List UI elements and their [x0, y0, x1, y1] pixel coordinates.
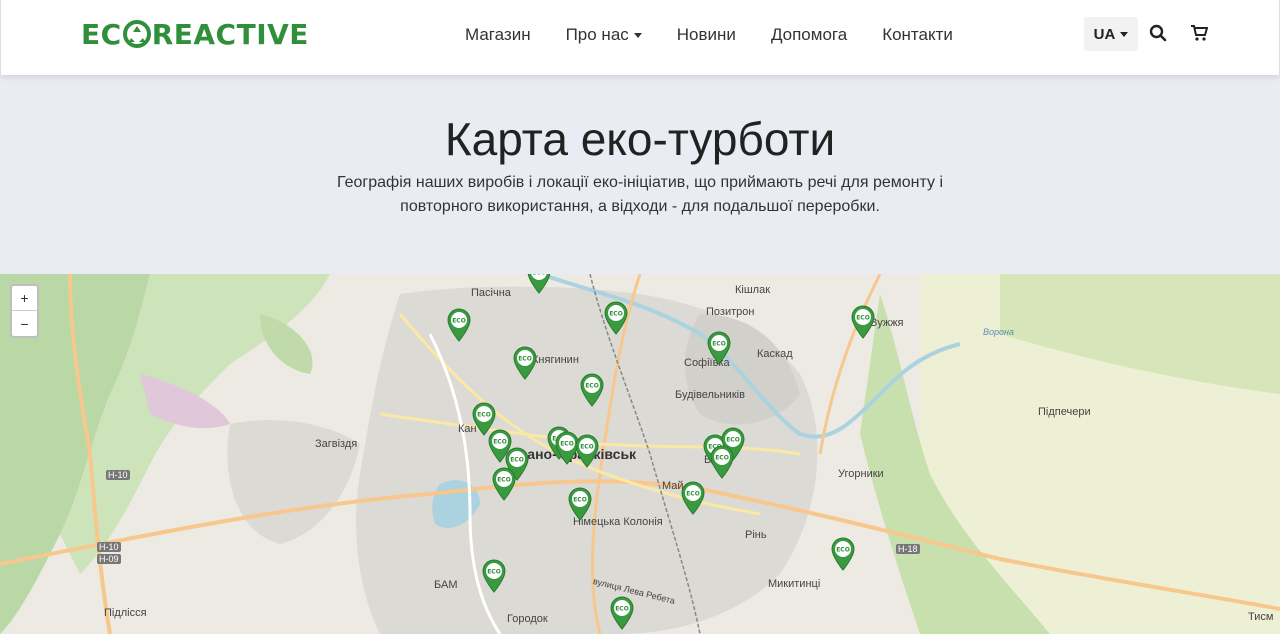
svg-text:ECO: ECO: [585, 383, 599, 390]
eco-location-marker[interactable]: ECO: [567, 487, 593, 521]
eco-location-marker[interactable]: ECO: [603, 301, 629, 335]
place-label: Микитинці: [768, 578, 821, 590]
eco-location-marker[interactable]: ECO: [579, 373, 605, 407]
svg-text:ECO: ECO: [560, 441, 574, 448]
language-label: UA: [1093, 25, 1116, 43]
svg-text:ECO: ECO: [510, 457, 524, 464]
svg-text:ECO: ECO: [712, 341, 726, 348]
place-label: Каскад: [757, 348, 793, 360]
place-label: Кішлак: [735, 284, 771, 296]
place-label: Угорники: [838, 468, 884, 480]
eco-location-marker[interactable]: ECO: [850, 305, 876, 339]
eco-location-marker[interactable]: ECO: [706, 331, 732, 365]
main-nav: Магазин Про нас Новини Допомога Контакти: [465, 25, 988, 45]
place-label: Загвіздя: [315, 438, 358, 450]
svg-text:ECO: ECO: [615, 606, 629, 613]
zoom-control: + −: [10, 284, 39, 338]
place-label: Підпечери: [1038, 406, 1091, 418]
eco-location-marker[interactable]: ECO: [609, 596, 635, 630]
svg-text:ECO: ECO: [715, 455, 729, 462]
place-label: Пасічна: [471, 287, 511, 299]
nav-shop[interactable]: Магазин: [465, 25, 531, 45]
site-header: EC REACTIVE Магазин Про нас Новини Допом…: [0, 0, 1280, 75]
nav-about[interactable]: Про нас: [566, 25, 642, 45]
road-label: Н-09: [97, 554, 121, 564]
svg-text:ECO: ECO: [452, 318, 466, 325]
svg-text:ECO: ECO: [836, 547, 850, 554]
nav-news[interactable]: Новини: [677, 25, 736, 45]
river-label: Ворона: [983, 327, 1014, 337]
language-selector[interactable]: UA: [1084, 17, 1138, 51]
place-label: БАМ: [434, 579, 458, 591]
svg-text:ECO: ECO: [497, 477, 511, 484]
zoom-in-button[interactable]: +: [12, 286, 37, 311]
place-label: Підлісся: [104, 607, 147, 619]
place-label: Позитрон: [706, 306, 755, 318]
eco-location-marker[interactable]: ECO: [709, 445, 735, 479]
nav-help-label: Допомога: [770, 25, 848, 44]
svg-text:ECO: ECO: [686, 491, 700, 498]
eco-location-marker[interactable]: ECO: [481, 559, 507, 593]
page-title: Карта еко-турботи: [444, 113, 836, 165]
place-label: Рінь: [745, 529, 767, 541]
svg-text:ECO: ECO: [487, 569, 501, 576]
page-subtitle: Географія наших виробів і локації еко-ін…: [337, 174, 943, 215]
road-label: Н-10: [106, 470, 130, 480]
eco-location-marker[interactable]: ECO: [526, 274, 552, 294]
svg-text:ECO: ECO: [573, 497, 587, 504]
road-label: Н-10: [97, 542, 121, 552]
map-tiles: [0, 274, 1280, 634]
svg-text:ECO: ECO: [726, 437, 740, 444]
svg-text:ECO: ECO: [580, 444, 594, 451]
hero-section: Карта еко-турботи Географія наших виробі…: [0, 75, 1280, 274]
eco-location-marker[interactable]: ECO: [491, 467, 517, 501]
svg-text:ECO: ECO: [477, 412, 491, 419]
eco-location-marker[interactable]: ECO: [830, 537, 856, 571]
svg-text:ECO: ECO: [518, 356, 532, 363]
place-label: Тисм: [1248, 611, 1274, 623]
cart-icon[interactable]: [1190, 24, 1208, 42]
svg-text:ECO: ECO: [609, 311, 623, 318]
nav-about-label: Про нас: [565, 25, 629, 44]
place-label: Княгинин: [532, 354, 579, 366]
nav-contacts-label: Контакти: [882, 25, 953, 44]
nav-contacts[interactable]: Контакти: [882, 25, 953, 45]
svg-text:ECO: ECO: [493, 439, 507, 446]
nav-help[interactable]: Допомога: [771, 25, 847, 45]
svg-text:ECO: ECO: [532, 274, 546, 277]
eco-location-marker[interactable]: ECO: [512, 346, 538, 380]
road-label: Н-18: [896, 544, 920, 554]
chevron-down-icon: [1120, 31, 1129, 37]
recycle-icon: [122, 20, 151, 48]
nav-shop-label: Магазин: [465, 25, 531, 44]
nav-news-label: Новини: [676, 25, 736, 44]
place-label: Городок: [507, 613, 548, 625]
logo[interactable]: EC REACTIVE: [81, 18, 309, 51]
chevron-down-icon: [633, 32, 642, 38]
search-icon[interactable]: [1149, 24, 1167, 42]
zoom-out-button[interactable]: −: [12, 311, 37, 336]
place-label: Будівельників: [675, 389, 745, 401]
eco-location-marker[interactable]: ECO: [574, 434, 600, 468]
svg-text:ECO: ECO: [856, 315, 870, 322]
eco-location-marker[interactable]: ECO: [680, 481, 706, 515]
eco-location-marker[interactable]: ECO: [446, 308, 472, 342]
map[interactable]: + − Пасічна Княгинин Кішлак Позитрон Кас…: [0, 274, 1280, 634]
